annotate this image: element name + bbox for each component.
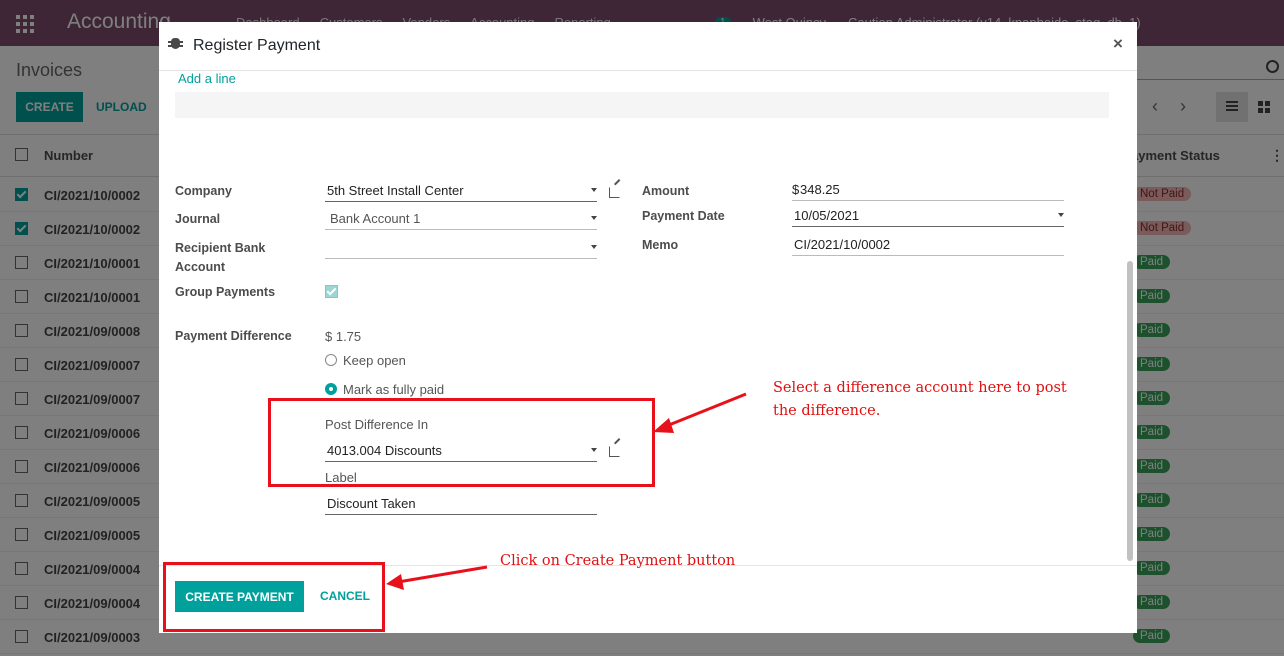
annotation-text-post-difference: Select a difference account here to post… (773, 377, 1067, 423)
annotation-line-1: Select a difference account here to post (773, 380, 1067, 396)
annotation-text-create-payment: Click on Create Payment button (500, 553, 736, 569)
arrow-head-create-payment (386, 574, 404, 590)
arrow-post-difference (663, 392, 747, 429)
annotation-line-2: the difference. (773, 403, 881, 419)
arrow-head-post-difference (653, 418, 674, 433)
arrow-create-payment (397, 565, 488, 584)
